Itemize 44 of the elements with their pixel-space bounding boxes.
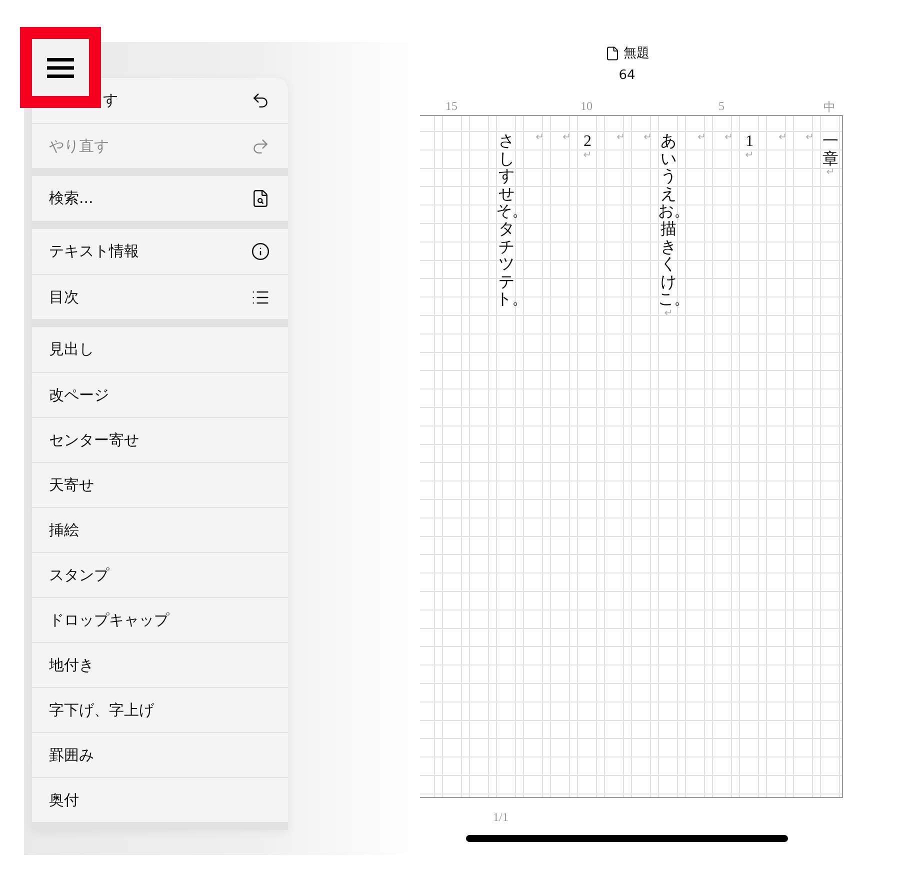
manuscript-text: 一章	[821, 133, 840, 168]
ruler-number: 10	[580, 99, 592, 115]
menu-item[interactable]: 検索...	[32, 176, 288, 221]
line-break-mark: ↵	[562, 133, 571, 143]
menu-item[interactable]: 天寄せ	[32, 462, 288, 507]
document-title: 無題	[624, 45, 650, 62]
menu-item[interactable]: ドロップキャップ	[32, 597, 288, 642]
line-break-mark: ↵	[724, 133, 733, 143]
menu-item[interactable]: 見出し	[32, 327, 288, 372]
manuscript-text: 1	[744, 133, 754, 151]
ruler-number: 15	[446, 99, 458, 115]
redo-icon	[251, 136, 270, 156]
document-icon	[604, 46, 620, 60]
info-icon	[251, 242, 270, 261]
line-break-mark: ↵	[745, 150, 754, 161]
menu-item[interactable]: 改ページ	[32, 372, 288, 417]
line-break-mark: ↵	[583, 150, 592, 161]
ruler-number: 5	[718, 99, 724, 115]
manuscript-text: あいうえお。描きくけこ。	[658, 133, 679, 309]
menu-icon	[47, 56, 74, 78]
line-break-mark: ↵	[644, 133, 652, 143]
line-break-mark: ↵	[698, 133, 706, 143]
menu-button[interactable]	[32, 39, 89, 96]
menu-item[interactable]: センター寄せ	[32, 417, 288, 462]
character-count: 64	[618, 68, 636, 83]
menu-item[interactable]: 挿絵	[32, 507, 288, 552]
manuscript-text: さしすせそ。タチツテト。	[496, 133, 517, 309]
undo-icon	[251, 91, 270, 110]
menu-item[interactable]: 罫囲み	[32, 732, 288, 777]
line-break-mark: ↵	[536, 133, 544, 143]
menu-item[interactable]: 字下げ、字上げ	[32, 687, 288, 732]
menu-item[interactable]: テキスト情報	[32, 229, 288, 274]
line-break-mark: ↵	[616, 133, 625, 143]
menu-item[interactable]: 地付き	[32, 642, 288, 687]
line-break-mark: ↵	[806, 133, 814, 143]
page-indicator: 1/1	[493, 810, 508, 825]
line-break-mark: ↵	[664, 308, 673, 319]
ruler-number: 中	[824, 99, 836, 115]
line-break-mark: ↵	[778, 133, 787, 143]
document-search-icon	[251, 189, 270, 208]
line-break-mark: ↵	[826, 168, 835, 178]
manuscript-text: 2	[582, 133, 592, 151]
menu-item[interactable]: す	[32, 78, 288, 123]
menu-item[interactable]: スタンプ	[32, 552, 288, 597]
